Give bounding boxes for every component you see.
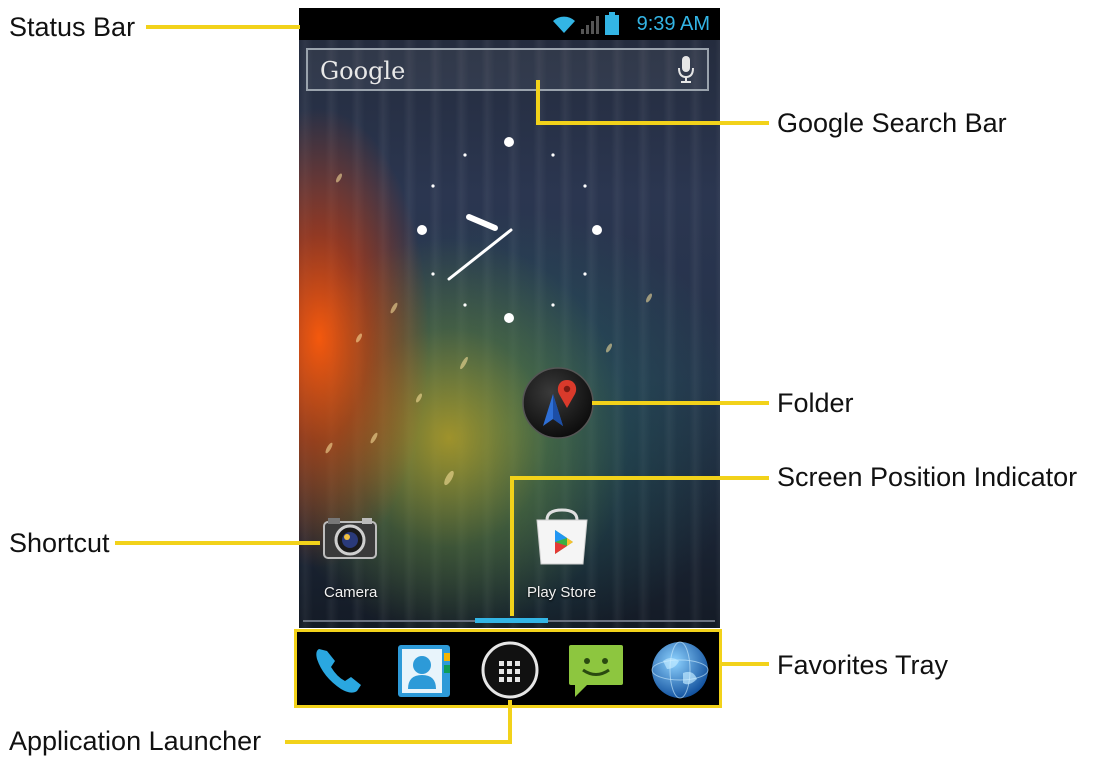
callout-status-bar: Status Bar [9, 12, 136, 42]
leader-status-bar [146, 25, 300, 29]
callout-screen-position-indicator: Screen Position Indicator [777, 462, 1078, 492]
wifi-icon [553, 16, 575, 33]
google-search-bar[interactable]: Google [306, 48, 709, 91]
contacts-icon[interactable] [394, 639, 456, 701]
screen-position-indicator [475, 618, 548, 623]
battery-icon [605, 12, 619, 35]
favorites-tray [294, 629, 722, 708]
signal-icon [581, 16, 599, 34]
callout-favorites-tray: Favorites Tray [777, 650, 949, 680]
phone-icon[interactable] [307, 639, 369, 701]
callout-google-search-bar: Google Search Bar [777, 108, 1007, 138]
app-launcher-icon[interactable] [479, 639, 541, 701]
leader-launcher-horizontal [285, 740, 512, 744]
callout-shortcut: Shortcut [9, 528, 110, 558]
status-bar: 9:39 AM [299, 8, 720, 40]
maps-navigation-icon[interactable] [521, 366, 595, 440]
shortcut-label-camera: Camera [324, 584, 378, 601]
play-store-icon[interactable] [531, 506, 593, 566]
callout-application-launcher: Application Launcher [9, 726, 262, 756]
leader-folder [592, 401, 769, 405]
analog-clock [417, 137, 602, 323]
leader-favorites-tray [720, 662, 769, 666]
status-time: 9:39 AM [636, 13, 710, 35]
leader-position-vertical [510, 476, 514, 616]
microphone-icon[interactable] [677, 55, 695, 85]
leader-position-horizontal [510, 476, 769, 480]
google-logo: Google [320, 57, 406, 85]
leader-search-vertical [536, 80, 540, 125]
leader-launcher-vertical [508, 700, 512, 744]
camera-icon[interactable] [322, 516, 378, 560]
browser-icon[interactable] [649, 639, 711, 701]
callout-folder: Folder [777, 388, 854, 418]
leader-search-horizontal [536, 121, 769, 125]
messaging-icon[interactable] [565, 639, 627, 701]
leader-shortcut [115, 541, 320, 545]
shortcut-label-play-store: Play Store [527, 584, 597, 601]
